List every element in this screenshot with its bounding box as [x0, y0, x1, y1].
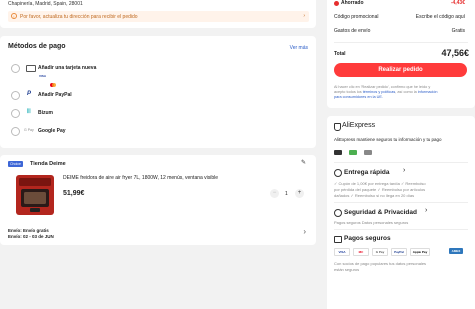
terms-link[interactable]: términos y políticas [363, 90, 396, 94]
trust-divider [334, 229, 468, 230]
choice-badge: Choice [8, 161, 23, 167]
delivery-truck-icon [334, 169, 342, 177]
cert-badge-icon [334, 150, 342, 155]
mastercard-icon [50, 74, 56, 87]
payment-radio-paypal[interactable] [11, 91, 20, 100]
summary-divider [334, 42, 468, 43]
trust-divider [334, 202, 468, 203]
cert-badge-icon [349, 150, 357, 155]
promo-code-input[interactable]: Escribe el código aquí [416, 14, 465, 20]
shipping-date: Envío: 02 - 03 de JUN [8, 234, 54, 239]
credit-card-icon [26, 65, 36, 72]
qty-value[interactable]: 1 [285, 191, 288, 197]
apple-pay-icon: Apple Pay [410, 248, 430, 256]
wallet-icon [334, 236, 342, 243]
legal-text-3[interactable]: para consumidores en la UE. [334, 95, 383, 99]
shield-icon [334, 123, 341, 131]
product-image[interactable] [13, 173, 57, 217]
place-order-button[interactable]: Realizar pedido [334, 63, 467, 77]
increase-qty-button[interactable]: + [295, 189, 304, 198]
bizum-icon: ꔖ [27, 109, 31, 115]
order-summary-card: Ahorrado -4,43€ Código promocional Escri… [327, 0, 475, 108]
amex-icon: AMEX [449, 248, 463, 254]
visa-icon: VISA [334, 248, 350, 256]
legal-text-1: Al hacer clic en 'Realizar pedido', conf… [334, 85, 431, 89]
shipping-cost-label: Gastos de envío [334, 28, 371, 34]
delivery-text-2: por pérdida del paquete ✓ Reembolso por … [334, 187, 426, 192]
payment-methods-card: Métodos de pago Ver más Añadir una tarje… [0, 36, 316, 148]
security-text: Pagos seguros Datos personales seguros [334, 220, 409, 225]
cert-badge-icon [364, 150, 372, 155]
shipping-free: Envío: Envío gratis [8, 228, 49, 233]
saved-label: Ahorrado [341, 0, 364, 6]
total-label: Total [334, 51, 346, 57]
payment-radio-card[interactable] [11, 64, 20, 73]
google-pay-icon: G Pay [372, 248, 388, 256]
edit-icon[interactable]: ✎ [301, 159, 306, 166]
saved-value: -4,43€ [450, 0, 465, 6]
delivery-text-1: ✓ Cupón de 1,00€ por entrega tardía ✓ Re… [334, 181, 426, 186]
trust-card: AliExpress AliExpress mantiene seguros t… [327, 116, 475, 309]
trust-tagline: AliExpress mantiene seguros tu informaci… [334, 137, 442, 142]
secure-payments-title: Pagos seguros [344, 235, 391, 242]
savings-icon [334, 1, 339, 6]
paypal-icon: P [27, 91, 32, 97]
chevron-right-icon: › [303, 13, 305, 19]
payment-method-label: Google Pay [38, 128, 66, 134]
delivery-text-3: dañados ✓ Reembolso si no llega en 20 dí… [334, 193, 415, 198]
shipping-cost-value: Gratis [451, 28, 465, 34]
decrease-qty-button[interactable]: − [270, 189, 279, 198]
mastercard-icon: MC [353, 248, 369, 256]
payment-method-label: Añadir PayPal [38, 92, 72, 98]
promo-code-label: Código promocional [334, 14, 379, 20]
google-pay-icon: G Pay [24, 128, 34, 132]
security-title: Seguridad & Privacidad [344, 209, 417, 216]
address-card: Chapinería, Madrid, Spain, 28001 i Por f… [0, 0, 316, 28]
shipping-chevron-icon[interactable]: › [303, 227, 306, 236]
secure-payments-text-2: están seguros [334, 267, 360, 272]
see-more-link[interactable]: Ver más [290, 45, 308, 51]
address-line: Chapinería, Madrid, Spain, 28001 [8, 1, 83, 7]
visa-icon: VISA [38, 74, 46, 78]
delivery-title: Entrega rápida [344, 169, 390, 176]
store-card: Choice Tienda Deime ✎ DEIME freidora de … [0, 155, 316, 245]
store-name[interactable]: Tienda Deime [30, 161, 66, 167]
place-order-label: Realizar pedido [378, 67, 423, 73]
aliexpress-logo: AliExpress [342, 122, 376, 129]
payment-method-label: Bizum [38, 110, 53, 116]
product-title[interactable]: DEIME freidora de aire air fryer 7L, 180… [63, 175, 218, 181]
payment-radio-gpay[interactable] [11, 127, 20, 136]
paypal-icon: PayPal [391, 248, 407, 256]
consumer-info-link[interactable]: información [418, 90, 438, 94]
total-value: 47,56€ [441, 48, 469, 58]
payment-method-label: Añadir una tarjeta nueva [38, 65, 97, 71]
legal-text-2: acepto todos los términos y políticas, a… [334, 90, 438, 94]
payment-radio-bizum[interactable] [11, 109, 20, 118]
address-warning-banner[interactable]: i Por favor, actualiza tu dirección para… [8, 11, 309, 22]
lock-icon [334, 209, 342, 217]
info-icon: i [11, 13, 17, 19]
security-chevron-icon[interactable]: › [425, 207, 427, 214]
trust-divider [334, 162, 468, 163]
product-price: 51,99€ [63, 190, 85, 197]
address-warning-text: Por favor, actualiza tu dirección para r… [20, 14, 138, 20]
secure-payments-text-1: Con socios de pago populares tus datos p… [334, 261, 427, 266]
payment-methods-title: Métodos de pago [8, 43, 66, 50]
delivery-chevron-icon[interactable]: › [403, 167, 405, 174]
